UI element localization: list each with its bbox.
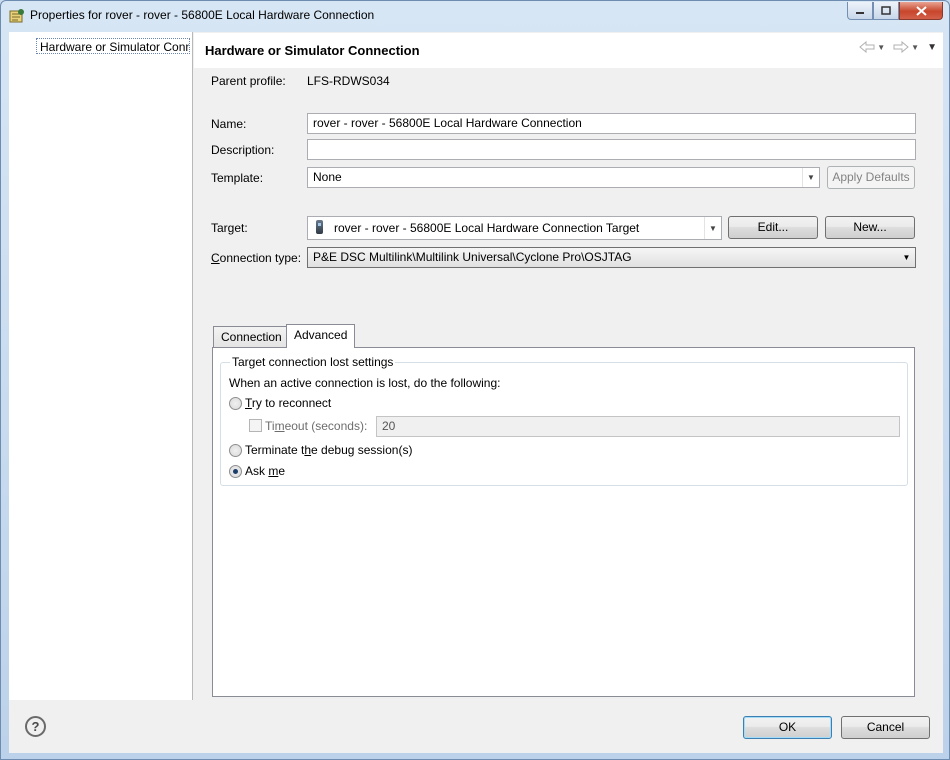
cancel-button[interactable]: Cancel: [841, 716, 930, 739]
advanced-tab-panel: Target connection lost settings When an …: [212, 347, 915, 697]
forward-history-chevron-down-icon[interactable]: ▼: [911, 43, 919, 52]
connection-type-select[interactable]: P&E DSC Multilink\Multilink Universal\Cy…: [307, 247, 916, 268]
minimize-button[interactable]: [847, 2, 873, 20]
property-page-tree: Hardware or Simulator Conn: [9, 32, 193, 700]
group-title: Target connection lost settings: [230, 355, 396, 369]
page-content: Parent profile: LFS-RDWS034 Name: rover …: [194, 69, 943, 700]
ok-button[interactable]: OK: [743, 716, 832, 739]
minimize-icon: [856, 11, 864, 14]
properties-dialog: Properties for rover - rover - 56800E Lo…: [0, 0, 950, 760]
timeout-label: Timeout (seconds):: [265, 419, 368, 433]
template-select[interactable]: None ▼: [307, 167, 820, 188]
page-header: Hardware or Simulator Connection ▼ ▼ ▼: [194, 33, 943, 68]
page-title: Hardware or Simulator Connection: [205, 43, 420, 58]
terminate-debug-session-label[interactable]: Terminate the debug session(s): [245, 443, 412, 457]
target-select[interactable]: rover - rover - 56800E Local Hardware Co…: [307, 216, 722, 240]
timeout-field[interactable]: 20: [376, 416, 900, 437]
apply-defaults-button[interactable]: Apply Defaults: [827, 166, 915, 189]
description-label: Description:: [211, 143, 275, 157]
back-arrow-icon[interactable]: [859, 41, 875, 53]
parent-profile-label: Parent profile:: [211, 74, 286, 88]
close-icon: [915, 5, 927, 16]
template-selected-value: None: [313, 170, 342, 184]
parent-profile-value: LFS-RDWS034: [307, 74, 390, 88]
template-label: Template:: [211, 171, 264, 185]
maximize-button[interactable]: [873, 2, 899, 20]
hardware-device-icon: [316, 220, 323, 234]
name-field[interactable]: rover - rover - 56800E Local Hardware Co…: [307, 113, 916, 134]
chevron-down-icon: ▼: [902, 253, 911, 262]
window-title: Properties for rover - rover - 56800E Lo…: [30, 8, 375, 22]
terminate-debug-session-radio[interactable]: [229, 444, 242, 457]
view-menu-chevron-down-icon[interactable]: ▼: [927, 42, 937, 53]
try-reconnect-radio[interactable]: [229, 397, 242, 410]
try-reconnect-label[interactable]: Try to reconnect: [245, 396, 331, 410]
caption-buttons: [847, 2, 943, 20]
maximize-icon: [881, 6, 891, 15]
connection-type-label: Connection type:: [211, 251, 302, 265]
tab-connection[interactable]: Connection: [213, 326, 290, 348]
tree-item-hardware-or-simulator-connection[interactable]: Hardware or Simulator Conn: [36, 38, 190, 54]
help-icon[interactable]: ?: [25, 716, 46, 737]
chevron-down-icon: ▼: [802, 168, 819, 187]
forward-arrow-icon[interactable]: [893, 41, 909, 53]
ask-me-label[interactable]: Ask me: [245, 464, 285, 478]
description-field[interactable]: [307, 139, 916, 160]
tab-advanced[interactable]: Advanced: [286, 324, 356, 348]
instruction-text: When an active connection is lost, do th…: [229, 376, 501, 390]
edit-target-button[interactable]: Edit...: [728, 216, 818, 239]
back-history-chevron-down-icon[interactable]: ▼: [877, 43, 885, 52]
connection-lost-group: Target connection lost settings When an …: [220, 355, 908, 486]
connection-type-selected-value: P&E DSC Multilink\Multilink Universal\Cy…: [313, 250, 632, 264]
chevron-down-icon: ▼: [704, 217, 721, 239]
close-button[interactable]: [899, 2, 943, 20]
target-selected-value: rover - rover - 56800E Local Hardware Co…: [334, 221, 640, 235]
new-target-button[interactable]: New...: [825, 216, 915, 239]
title-bar[interactable]: Properties for rover - rover - 56800E Lo…: [1, 1, 949, 31]
dialog-client-area: Hardware or Simulator Conn Hardware or S…: [9, 32, 943, 753]
ask-me-radio[interactable]: [229, 465, 242, 478]
name-label: Name:: [211, 117, 247, 131]
target-label: Target:: [211, 221, 248, 235]
timeout-checkbox[interactable]: [249, 419, 262, 432]
eclipse-properties-icon: [9, 9, 24, 23]
page-nav-toolbar: ▼ ▼ ▼: [859, 41, 937, 53]
